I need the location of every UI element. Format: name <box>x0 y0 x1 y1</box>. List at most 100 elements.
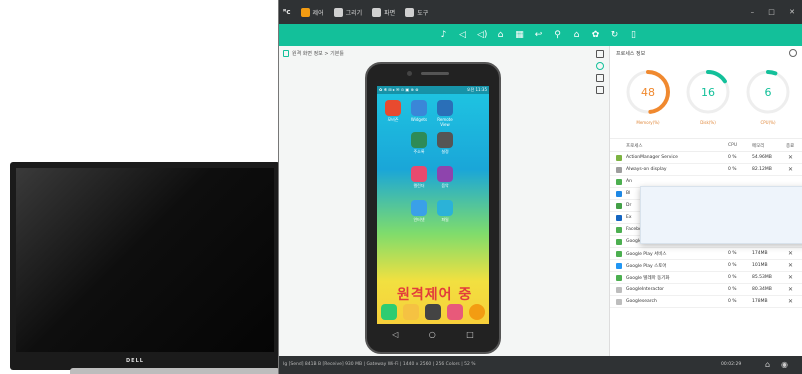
settings-icon[interactable]: ◉ <box>781 360 791 370</box>
gallery-app-icon[interactable] <box>447 304 463 320</box>
camera-dot <box>407 71 412 76</box>
app-icon-files[interactable] <box>437 200 453 216</box>
table-row[interactable]: Google Play 스토어 0 % 101MB ✕ <box>610 260 802 272</box>
pen-icon <box>333 7 343 17</box>
tools-icon <box>405 7 415 17</box>
disk-gauge-ring: 16 <box>686 70 730 114</box>
app-icon-contacts[interactable] <box>411 132 427 148</box>
process-cpu: 0 % <box>728 275 737 280</box>
menu-item-screen[interactable]: 파면 <box>372 7 396 17</box>
app-icon-internet[interactable] <box>411 200 427 216</box>
house-icon[interactable]: ⌂ <box>572 30 581 40</box>
table-row[interactable]: Always-on display 0 % 82.12MB ✕ <box>610 164 802 176</box>
gauge-value: 6 <box>765 86 772 99</box>
clipboard-icon[interactable]: ▯ <box>629 30 638 40</box>
app-label: 설정 <box>441 149 449 154</box>
table-row[interactable]: Google Play 서비스 0 % 174MB ✕ <box>610 248 802 260</box>
close-icon[interactable]: ✕ <box>788 154 793 161</box>
phone-app-icon[interactable] <box>381 304 397 320</box>
app-label: Widgets <box>410 117 428 122</box>
app-icon-music[interactable] <box>437 166 453 182</box>
process-memory: 178MB <box>752 299 768 304</box>
screen-icon[interactable] <box>596 50 604 58</box>
memory-gauge-ring: 48 <box>626 70 670 114</box>
column-header-memory[interactable]: 메모리 <box>752 143 764 149</box>
tree-icon[interactable] <box>596 86 604 94</box>
messages-app-icon[interactable] <box>403 304 419 320</box>
app-icon <box>616 287 622 293</box>
close-icon[interactable]: ✕ <box>788 250 793 257</box>
process-name: Googlesearch <box>626 299 657 304</box>
app-icon <box>616 275 622 281</box>
app-icon-mobizen[interactable] <box>385 100 401 116</box>
process-cpu: 0 % <box>728 299 737 304</box>
table-row[interactable]: Googlesearch 0 % 178MB ✕ <box>610 296 802 308</box>
app-label: 음악 <box>441 183 449 188</box>
process-name: Ex <box>626 215 632 220</box>
grid-icon[interactable]: ▦ <box>515 30 524 40</box>
nav-home-button[interactable]: ○ <box>429 330 436 339</box>
close-icon[interactable]: ✕ <box>788 274 793 281</box>
chrome-app-icon[interactable] <box>469 304 485 320</box>
table-row[interactable]: GoogleInteractor 0 % 80.34MB ✕ <box>610 284 802 296</box>
volume-down-icon[interactable]: ◁ <box>458 30 467 40</box>
session-time: 00:02:29 <box>721 362 742 367</box>
panel-title: 프로세스 정보 <box>616 51 646 57</box>
menu-item-tools[interactable]: 도구 <box>405 7 429 17</box>
resource-gauges: 48 Memory(%) 16 Disk(%) 6 CPU(%) <box>618 66 802 138</box>
remote-control-overlay-text: 원격제어 중 <box>397 287 473 303</box>
chat-icon <box>372 7 382 17</box>
external-monitor: DELL <box>10 162 280 374</box>
app-icon <box>616 299 622 305</box>
close-icon[interactable]: ✕ <box>788 262 793 269</box>
close-icon[interactable]: ✕ <box>788 286 793 293</box>
gear-icon[interactable] <box>789 49 797 57</box>
table-row[interactable]: ActionManager Service 0 % 54.96MB ✕ <box>610 152 802 164</box>
app-icon-settings[interactable] <box>437 132 453 148</box>
nav-recents-button[interactable]: □ <box>466 330 474 339</box>
target-icon[interactable] <box>596 62 604 70</box>
process-memory: 101MB <box>752 263 768 268</box>
home-icon[interactable]: ⌂ <box>765 360 775 370</box>
settings-icon[interactable]: ✿ <box>591 30 600 40</box>
camera-app-icon[interactable] <box>425 304 441 320</box>
app-icon <box>616 191 622 197</box>
gauge-caption: Disk(%) <box>700 120 716 125</box>
app-icon-remote-view[interactable] <box>437 100 453 116</box>
back-icon[interactable]: ↩ <box>534 30 543 40</box>
speaker-grille <box>421 72 449 75</box>
close-icon[interactable]: ✕ <box>788 298 793 305</box>
nav-back-button[interactable]: ◁ <box>392 330 398 339</box>
search-icon[interactable]: ⚲ <box>553 30 562 40</box>
close-icon[interactable]: ✕ <box>788 166 793 173</box>
monitor-stand <box>70 368 280 374</box>
monitor-bezel: DELL <box>10 162 280 370</box>
process-cpu: 0 % <box>728 251 737 256</box>
refresh-icon[interactable]: ↻ <box>610 30 619 40</box>
volume-up-icon[interactable]: ◁) <box>477 30 487 40</box>
app-icon-calendar[interactable] <box>411 166 427 182</box>
process-memory: 80.34MB <box>752 287 772 292</box>
phone-screen[interactable]: ✿ ✻ ⊞ ▸ ✉ ⊙ ▣ ⊕ ⊗ 오전 11:35 모비즌 Widgets R… <box>377 86 489 324</box>
column-header-cpu[interactable]: CPU <box>728 143 737 148</box>
menu-label: 도구 <box>417 9 429 17</box>
gauge-value: 16 <box>701 86 715 99</box>
window-controls[interactable]: – □ ✕ <box>751 8 801 16</box>
menu-label: 파면 <box>384 9 396 17</box>
process-name: Google Play 스토어 <box>626 264 667 269</box>
menu-item-control[interactable]: 제어 <box>300 7 324 17</box>
phone-nav-bar: ◁ ○ □ <box>377 324 489 344</box>
app-icon-widgets[interactable] <box>411 100 427 116</box>
process-name: Google 텔레마 동기화 <box>626 276 670 281</box>
app-icon <box>616 215 622 221</box>
eye-icon <box>300 7 310 17</box>
home-icon[interactable]: ⌂ <box>496 30 505 40</box>
menu-item-draw[interactable]: 그리기 <box>333 7 362 17</box>
table-row[interactable]: Google 텔레마 동기화 0 % 85.53MB ✕ <box>610 272 802 284</box>
column-header-process[interactable]: 프로세스 <box>626 143 643 149</box>
menu-label: 제어 <box>312 9 324 17</box>
process-name: Bl <box>626 191 631 196</box>
list-icon[interactable] <box>596 74 604 82</box>
column-header-end[interactable]: 종료 <box>786 143 794 149</box>
mute-icon[interactable]: ♪ <box>439 30 448 40</box>
